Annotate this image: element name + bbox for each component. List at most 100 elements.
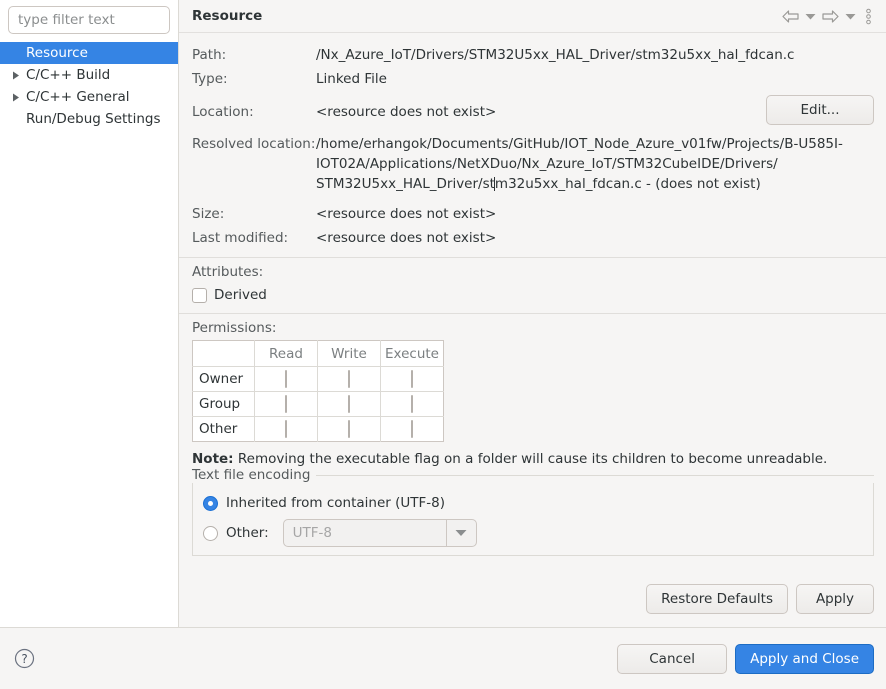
permissions-table: Read Write Execute Owner <box>192 340 444 442</box>
derived-checkbox[interactable] <box>192 288 207 303</box>
resolved-location-line-1: /home/erhangok/Documents/GitHub/IOT_Node… <box>316 134 843 154</box>
encoding-other-row[interactable]: Other: UTF-8 <box>203 520 863 546</box>
panel-action-buttons: Restore Defaults Apply <box>646 584 874 614</box>
back-arrow-icon[interactable] <box>780 4 800 28</box>
encoding-group-box: Inherited from container (UTF-8) Other: … <box>192 483 874 556</box>
resolved-location-label: Resolved location: <box>192 134 316 154</box>
sidebar-item-cpp-build[interactable]: C/C++ Build <box>0 64 178 86</box>
encoding-group-rule <box>316 475 874 476</box>
attributes-heading: Attributes: <box>192 264 874 280</box>
resource-panel: Resource <box>179 0 886 627</box>
resource-info-section: Path: /Nx_Azure_IoT/Drivers/STM32U5xx_HA… <box>179 43 886 250</box>
panel-content: Edit... Path: /Nx_Azure_IoT/Drivers/STM3… <box>179 33 886 627</box>
chevron-right-icon[interactable] <box>8 93 24 102</box>
help-circle-icon[interactable]: ? <box>13 648 35 670</box>
size-label: Size: <box>192 202 316 226</box>
permissions-section: Permissions: Read Write Execute <box>179 320 886 556</box>
last-modified-label: Last modified: <box>192 226 316 250</box>
page-title: Resource <box>192 8 780 24</box>
other-write-checkbox[interactable] <box>348 420 350 438</box>
apply-and-close-button[interactable]: Apply and Close <box>735 644 874 674</box>
permission-cell-other-write[interactable] <box>318 417 381 442</box>
encoding-group-title: Text file encoding <box>192 467 316 483</box>
group-read-checkbox[interactable] <box>285 395 287 413</box>
encoding-other-radio[interactable] <box>203 526 218 541</box>
filter-wrapper <box>0 6 178 40</box>
filter-input[interactable] <box>8 6 170 34</box>
chevron-down-icon[interactable] <box>446 520 476 546</box>
restore-defaults-button[interactable]: Restore Defaults <box>646 584 788 614</box>
location-label: Location: <box>192 102 316 122</box>
note-text: Removing the executable flag on a folder… <box>238 451 827 467</box>
encoding-other-label: Other: <box>226 525 269 541</box>
sidebar-item-cpp-general[interactable]: C/C++ General <box>0 86 178 108</box>
resolved-location-line-3a: STM32U5xx_HAL_Driver/st <box>316 176 495 192</box>
resolved-location-row: Resolved location: /home/erhangok/Docume… <box>192 134 874 194</box>
dialog-body: Resource C/C++ Build C/C++ General <box>0 0 886 627</box>
sidebar-item-label: Resource <box>24 45 88 61</box>
encoding-inherited-row[interactable]: Inherited from container (UTF-8) <box>203 490 863 516</box>
owner-write-checkbox[interactable] <box>348 370 350 388</box>
path-row: Path: /Nx_Azure_IoT/Drivers/STM32U5xx_HA… <box>192 43 874 67</box>
permission-cell-other-execute[interactable] <box>381 417 444 442</box>
permission-cell-owner-write[interactable] <box>318 367 381 392</box>
owner-execute-checkbox[interactable] <box>411 370 413 388</box>
edit-button[interactable]: Edit... <box>766 95 874 125</box>
path-value: /Nx_Azure_IoT/Drivers/STM32U5xx_HAL_Driv… <box>316 43 874 67</box>
note-prefix: Note: <box>192 451 234 467</box>
header-toolbar <box>780 4 876 28</box>
divider-attributes <box>179 257 886 258</box>
resolved-location-value: /home/erhangok/Documents/GitHub/IOT_Node… <box>316 134 843 194</box>
permissions-header-write: Write <box>318 341 381 367</box>
sidebar-item-resource[interactable]: Resource <box>0 42 178 64</box>
forward-history-chevron-down-icon[interactable] <box>842 4 858 28</box>
panel-header: Resource <box>179 0 886 33</box>
table-row: Other <box>193 417 444 442</box>
settings-sidebar: Resource C/C++ Build C/C++ General <box>0 0 179 627</box>
forward-arrow-icon[interactable] <box>820 4 840 28</box>
permission-cell-group-execute[interactable] <box>381 392 444 417</box>
permission-cell-owner-execute[interactable] <box>381 367 444 392</box>
type-value: Linked File <box>316 67 874 91</box>
permission-cell-group-read[interactable] <box>255 392 318 417</box>
derived-checkbox-row[interactable]: Derived <box>192 284 874 306</box>
permissions-corner-header <box>193 341 255 367</box>
encoding-group-title-line: Text file encoding <box>192 471 874 479</box>
chevron-right-icon[interactable] <box>8 71 24 80</box>
owner-read-checkbox[interactable] <box>285 370 287 388</box>
back-history-chevron-down-icon[interactable] <box>802 4 818 28</box>
size-value: <resource does not exist> <box>316 202 874 226</box>
permission-cell-group-write[interactable] <box>318 392 381 417</box>
last-modified-row: Last modified: <resource does not exist> <box>192 226 874 250</box>
divider-permissions <box>179 313 886 314</box>
permission-cell-other-read[interactable] <box>255 417 318 442</box>
permissions-heading: Permissions: <box>192 320 874 336</box>
sidebar-item-run-debug-settings[interactable]: Run/Debug Settings <box>0 108 178 130</box>
permissions-row-label-group: Group <box>193 392 255 417</box>
text-file-encoding-group: Text file encoding Inherited from contai… <box>192 471 874 556</box>
resolved-location-line-3: STM32U5xx_HAL_Driver/stm32u5xx_hal_fdcan… <box>316 174 843 194</box>
sidebar-item-label: Run/Debug Settings <box>24 111 161 127</box>
encoding-inherited-radio[interactable] <box>203 496 218 511</box>
encoding-inherited-label: Inherited from container (UTF-8) <box>226 495 445 511</box>
path-label: Path: <box>192 43 316 67</box>
settings-tree: Resource C/C++ Build C/C++ General <box>0 42 178 130</box>
resolved-location-line-3b: m32u5xx_hal_fdcan.c - (does not exist) <box>495 176 761 192</box>
type-row: Type: Linked File <box>192 67 874 91</box>
encoding-combo[interactable]: UTF-8 <box>283 519 477 547</box>
apply-button[interactable]: Apply <box>796 584 874 614</box>
table-row: Group <box>193 392 444 417</box>
permissions-header-row: Read Write Execute <box>193 341 444 367</box>
group-write-checkbox[interactable] <box>348 395 350 413</box>
other-execute-checkbox[interactable] <box>411 420 413 438</box>
cancel-button[interactable]: Cancel <box>617 644 727 674</box>
permissions-row-label-owner: Owner <box>193 367 255 392</box>
resolved-location-line-2: IOT02A/Applications/NetXDuo/Nx_Azure_IoT… <box>316 154 843 174</box>
vertical-dots-icon[interactable] <box>860 4 876 28</box>
encoding-combo-value: UTF-8 <box>284 520 446 546</box>
other-read-checkbox[interactable] <box>285 420 287 438</box>
footer-buttons: Cancel Apply and Close <box>617 644 874 674</box>
permission-cell-owner-read[interactable] <box>255 367 318 392</box>
type-label: Type: <box>192 67 316 91</box>
group-execute-checkbox[interactable] <box>411 395 413 413</box>
